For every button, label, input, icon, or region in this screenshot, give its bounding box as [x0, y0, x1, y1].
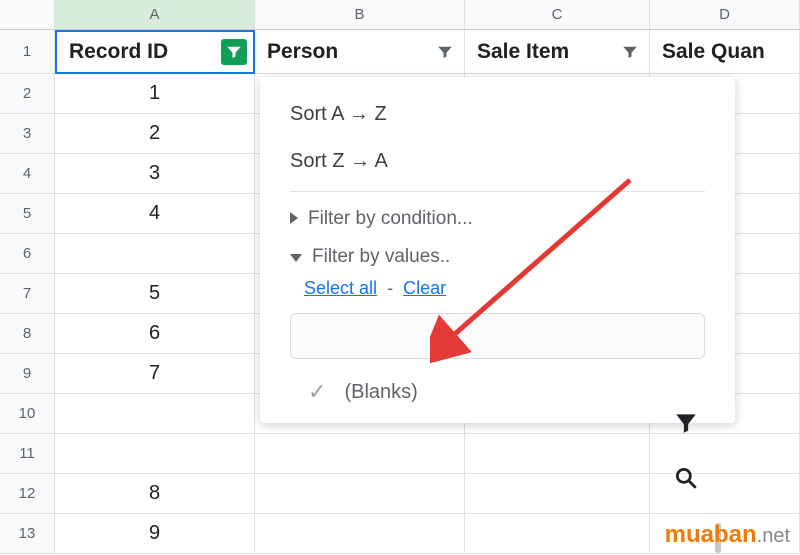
- row-number[interactable]: 8: [0, 314, 55, 354]
- row-number[interactable]: 5: [0, 194, 55, 234]
- data-header-row: 1 Record ID Person Sale Item Sale Quan: [0, 30, 800, 74]
- header-sale-quan[interactable]: Sale Quan: [650, 30, 800, 74]
- watermark-suffix: .net: [757, 525, 790, 547]
- cell[interactable]: 9: [55, 514, 255, 554]
- filter-value-blanks[interactable]: ✓ (Blanks): [260, 369, 735, 415]
- watermark-brand: muaban: [665, 521, 757, 548]
- cell[interactable]: [255, 474, 465, 514]
- watermark: muaban.net: [665, 521, 790, 549]
- row-number[interactable]: 2: [0, 74, 55, 114]
- cell[interactable]: [55, 394, 255, 434]
- header-sale-item[interactable]: Sale Item: [465, 30, 650, 74]
- corner-cell[interactable]: [0, 0, 55, 30]
- cell[interactable]: 5: [55, 274, 255, 314]
- check-icon: ✓: [308, 379, 326, 405]
- row-number[interactable]: 4: [0, 154, 55, 194]
- filter-active-icon[interactable]: [221, 39, 247, 65]
- search-row: [260, 313, 735, 369]
- row-number[interactable]: 3: [0, 114, 55, 154]
- clear-link[interactable]: Clear: [403, 278, 446, 298]
- row-number[interactable]: 12: [0, 474, 55, 514]
- header-label: Record ID: [69, 40, 168, 64]
- header-person[interactable]: Person: [255, 30, 465, 74]
- filter-by-condition[interactable]: Filter by condition...: [260, 198, 735, 236]
- funnel-icon[interactable]: [673, 410, 699, 441]
- column-header-b[interactable]: B: [255, 0, 465, 30]
- link-separator: -: [387, 278, 393, 298]
- row-number[interactable]: 9: [0, 354, 55, 394]
- row-number[interactable]: 11: [0, 434, 55, 474]
- cell[interactable]: [465, 474, 650, 514]
- filter-by-values[interactable]: Filter by values..: [260, 236, 735, 274]
- cell[interactable]: 1: [55, 74, 255, 114]
- header-label: Sale Quan: [662, 40, 765, 64]
- cell[interactable]: 6: [55, 314, 255, 354]
- cell[interactable]: 2: [55, 114, 255, 154]
- row-number[interactable]: 1: [0, 30, 55, 74]
- filter-icon[interactable]: [432, 39, 458, 65]
- select-all-link[interactable]: Select all: [304, 278, 377, 298]
- cell[interactable]: 8: [55, 474, 255, 514]
- header-label: Sale Item: [477, 40, 569, 64]
- sort-za[interactable]: Sort Z → A: [260, 138, 735, 185]
- chevron-right-icon: [290, 208, 298, 230]
- column-header-row: A B C D: [0, 0, 800, 30]
- search-icon[interactable]: [673, 465, 699, 496]
- cell[interactable]: [255, 434, 465, 474]
- column-header-c[interactable]: C: [465, 0, 650, 30]
- cell[interactable]: [255, 514, 465, 554]
- cell[interactable]: [465, 514, 650, 554]
- header-label: Person: [267, 40, 338, 64]
- cell[interactable]: 3: [55, 154, 255, 194]
- header-record-id[interactable]: Record ID: [55, 30, 255, 74]
- column-header-d[interactable]: D: [650, 0, 800, 30]
- cell[interactable]: 4: [55, 194, 255, 234]
- row-number[interactable]: 10: [0, 394, 55, 434]
- column-header-a[interactable]: A: [55, 0, 255, 30]
- cell[interactable]: 7: [55, 354, 255, 394]
- row-number[interactable]: 6: [0, 234, 55, 274]
- row-number[interactable]: 13: [0, 514, 55, 554]
- row-number[interactable]: 7: [0, 274, 55, 314]
- sort-az[interactable]: Sort A → Z: [260, 91, 735, 138]
- section-label: Filter by condition...: [308, 208, 473, 230]
- separator: [290, 191, 705, 192]
- section-label: Filter by values..: [312, 246, 450, 268]
- filter-value-links: Select all - Clear: [260, 274, 735, 313]
- cell[interactable]: [55, 234, 255, 274]
- filter-icon[interactable]: [617, 39, 643, 65]
- cell[interactable]: [55, 434, 255, 474]
- cell[interactable]: [465, 434, 650, 474]
- search-input[interactable]: [290, 313, 705, 359]
- value-label: (Blanks): [344, 381, 417, 404]
- filter-dropdown: Sort A → Z Sort Z → A Filter by conditio…: [260, 77, 735, 423]
- chevron-down-icon: [290, 246, 302, 268]
